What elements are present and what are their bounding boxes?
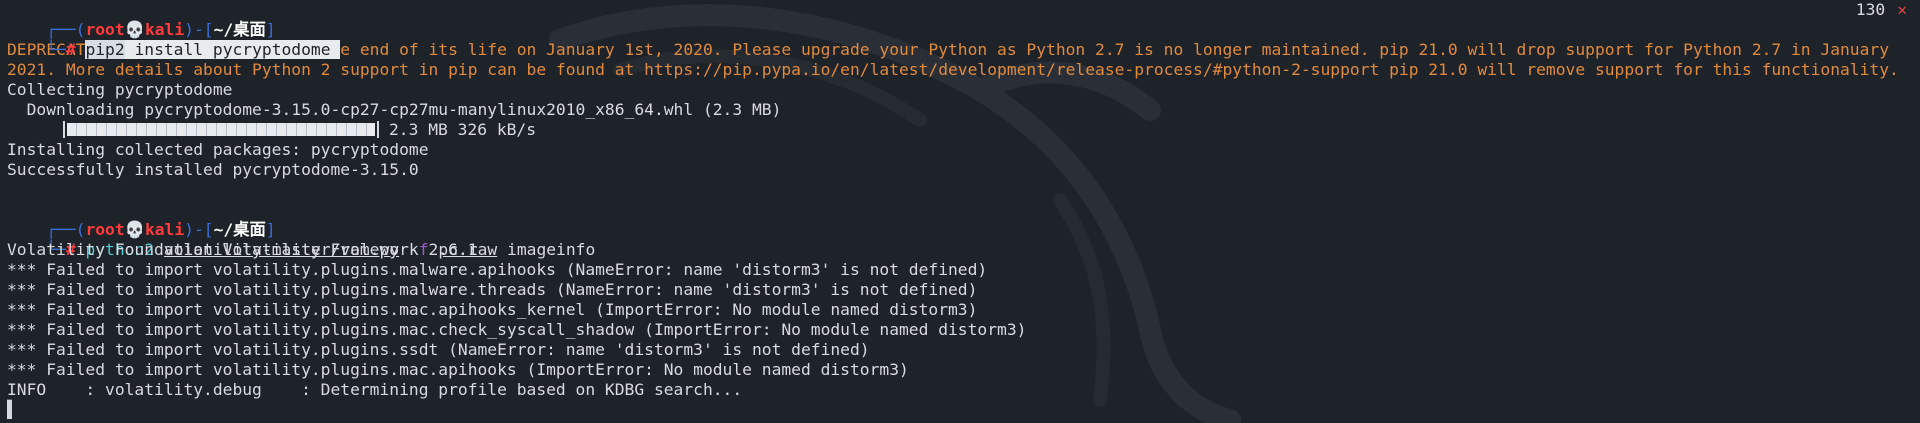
vol-output-line: *** Failed to import volatility.plugins.… (7, 340, 870, 359)
vol-output-line: *** Failed to import volatility.plugins.… (7, 320, 1027, 339)
progress-text: 2.3 MB 326 kB/s (389, 120, 537, 139)
vol-output-line: *** Failed to import volatility.plugins.… (7, 260, 988, 279)
vol-output-line: INFO : volatility.debug : Determining pr… (7, 380, 743, 399)
cursor-line[interactable]: ▌ (7, 400, 1907, 420)
vol-output-line: *** Failed to import volatility.plugins.… (7, 360, 909, 379)
cursor: ▌ (7, 400, 17, 419)
vol-output-line: *** Failed to import volatility.plugins.… (7, 280, 978, 299)
exit-code: 130 (1855, 0, 1886, 19)
command-program: pip2 (85, 40, 125, 59)
terminal[interactable]: ┌──(root💀kali)-[~/桌面] 130 ✕ └─# pip2 inst… (7, 0, 1907, 423)
prompt-header-2: ┌──(root💀kali)-[~/桌面] (7, 200, 1907, 239)
pip-success: Successfully installed pycryptodome-3.15… (7, 160, 419, 179)
cursor (330, 40, 341, 59)
command-line-2[interactable]: └─# python2 volatility-master/vol.py -f … (7, 220, 1907, 259)
vol-output-line: *** Failed to import volatility.plugins.… (7, 300, 978, 319)
prompt-corner: └─ (46, 40, 66, 59)
download-progress-bar (63, 121, 379, 138)
pip-progress-line: 2.3 MB 326 kB/s (7, 120, 1907, 140)
prompt-header: ┌──(root💀kali)-[~/桌面] 130 ✕ (7, 0, 1907, 39)
command-args: install pycryptodome (124, 40, 331, 59)
exit-status: 130 ✕ (1856, 0, 1907, 20)
pip-downloading: Downloading pycryptodome-3.15.0-cp27-cp2… (7, 100, 782, 119)
progress-fill (67, 123, 375, 136)
error-x-icon: ✕ (1897, 0, 1907, 19)
prompt-hash: # (65, 40, 76, 59)
pip-collecting: Collecting pycryptodome (7, 80, 233, 99)
pip-installing: Installing collected packages: pycryptod… (7, 140, 429, 159)
vol-output-line: Volatility Foundation Volatility Framewo… (7, 240, 478, 259)
command-line-1[interactable]: └─# pip2 install pycryptodome (7, 20, 1907, 59)
